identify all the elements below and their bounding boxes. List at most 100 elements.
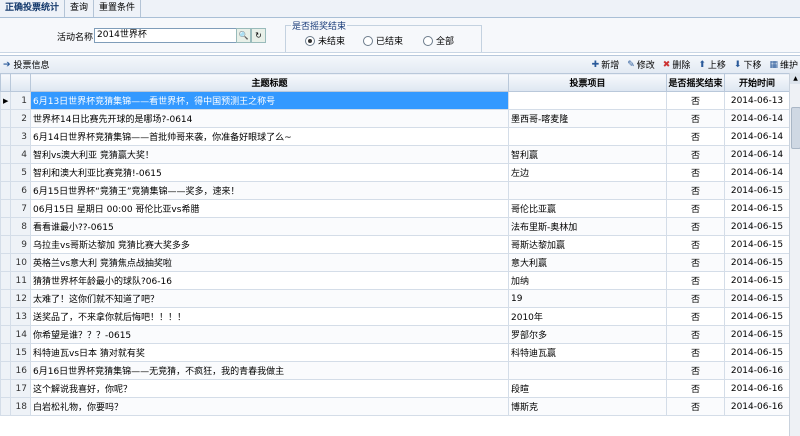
col-header-title[interactable]: 主题标题 (30, 73, 509, 92)
col-header-item[interactable]: 投票项目 (508, 73, 667, 92)
cell-ended[interactable]: 否 (666, 271, 725, 290)
cell-item[interactable]: 意大利赢 (508, 253, 667, 272)
cell-title[interactable]: 智利vs澳大利亚 竞猜赢大奖！ (30, 145, 509, 164)
radio-not-ended[interactable]: 未结束 (305, 34, 345, 47)
cell-title[interactable]: 6月13日世界杯竞猜集锦——看世界杯，得中国预测王之称号 (30, 91, 509, 110)
cell-item[interactable]: 博斯克 (508, 397, 667, 416)
radio-all[interactable]: 全部 (423, 34, 454, 47)
reset-button[interactable]: 重置条件 (94, 0, 142, 17)
cell-item[interactable]: 智利赢 (508, 145, 667, 164)
move-down-button[interactable]: ⬇ 下移 (734, 58, 762, 72)
edit-button[interactable]: ✎ 修改 (627, 58, 655, 72)
cell-start[interactable]: 2014-06-15 (724, 253, 790, 272)
cell-item[interactable]: 左边 (508, 163, 667, 182)
activity-name-input[interactable] (94, 28, 240, 43)
cell-item[interactable]: 加纳 (508, 271, 667, 290)
cell-item[interactable]: 科特迪瓦赢 (508, 343, 667, 362)
cell-ended[interactable]: 否 (666, 325, 725, 344)
cell-title[interactable]: 白岩松礼物，你要吗？ (30, 397, 509, 416)
table-row[interactable]: 17 这个解说我喜好，你呢？ 段暄否 2014-06-16 (0, 379, 790, 398)
cell-item[interactable]: 罗部尔多 (508, 325, 667, 344)
add-button[interactable]: ✚ 新增 (592, 58, 620, 72)
cell-start[interactable]: 2014-06-15 (724, 271, 790, 290)
cell-ended[interactable]: 否 (666, 361, 725, 380)
table-row[interactable]: 4 智利vs澳大利亚 竞猜赢大奖！ 智利赢否 2014-06-14 (0, 145, 790, 164)
cell-title[interactable]: 乌拉圭vs哥斯达黎加 竞猜比赛大奖多多 (30, 235, 509, 254)
cell-start[interactable]: 2014-06-15 (724, 325, 790, 344)
cell-title[interactable]: 太难了！这你们就不知道了吧？ (30, 289, 509, 308)
cell-start[interactable]: 2014-06-15 (724, 199, 790, 218)
cell-start[interactable]: 2014-06-14 (724, 163, 790, 182)
cell-start[interactable]: 2014-06-15 (724, 289, 790, 308)
cell-item[interactable] (508, 181, 667, 200)
cell-item[interactable] (508, 361, 667, 380)
cell-ended[interactable]: 否 (666, 379, 725, 398)
cell-item[interactable]: 法布里斯-奥林加 (508, 217, 667, 236)
cell-item[interactable]: 2010年 (508, 307, 667, 326)
cell-start[interactable]: 2014-06-15 (724, 235, 790, 254)
cell-ended[interactable]: 否 (666, 181, 725, 200)
search-icon[interactable]: 🔍 (236, 28, 251, 43)
cell-ended[interactable]: 否 (666, 145, 725, 164)
table-row[interactable]: 3 6月14日世界杯竞猜集锦——首批帅哥来袭，你准备好眼球了么~ 否 2014-06-… (0, 127, 790, 146)
cell-start[interactable]: 2014-06-15 (724, 343, 790, 362)
cell-title[interactable]: 6月15日世界杯“竞猜王”竞猜集锦——奖多，速来！ (30, 181, 509, 200)
table-row[interactable]: ▶ 1 6月13日世界杯竞猜集锦——看世界杯，得中国预测王之称号 否 2014-06-1… (0, 91, 790, 110)
radio-ended[interactable]: 已结束 (363, 34, 403, 47)
cell-title[interactable]: 06月15日 星期日 00:00 哥伦比亚vs希腊 (30, 199, 509, 218)
col-header-start[interactable]: 开始时间 (724, 73, 790, 92)
cell-title[interactable]: 英格兰vs意大利 竞猜焦点战抽奖啦 (30, 253, 509, 272)
table-row[interactable]: 2 世界杯14日比赛先开球的是哪场?-0614 墨西哥-喀麦隆否 2014-06-14 (0, 109, 790, 128)
table-row[interactable]: 8 看看谁最小??-0615 法布里斯-奥林加否 2014-06-15 (0, 217, 790, 236)
tab-vote-stats[interactable]: 正确投票统计 (0, 0, 66, 17)
cell-start[interactable]: 2014-06-16 (724, 397, 790, 416)
col-header-ended[interactable]: 是否摇奖结束 (666, 73, 725, 92)
cell-ended[interactable]: 否 (666, 127, 725, 146)
cell-item[interactable]: 墨西哥-喀麦隆 (508, 109, 667, 128)
cell-ended[interactable]: 否 (666, 307, 725, 326)
cell-start[interactable]: 2014-06-14 (724, 127, 790, 146)
cell-ended[interactable]: 否 (666, 217, 725, 236)
cell-item[interactable] (508, 127, 667, 146)
cell-ended[interactable]: 否 (666, 253, 725, 272)
table-row[interactable]: 16 6月16日世界杯竞猜集锦——无竞猜，不疯狂，我的青春我做主 否 2014-06-… (0, 361, 790, 380)
cell-ended[interactable]: 否 (666, 397, 725, 416)
cell-start[interactable]: 2014-06-16 (724, 361, 790, 380)
table-row[interactable]: 14 你希望是谁？？？-0615 罗部尔多否 2014-06-15 (0, 325, 790, 344)
cell-item[interactable]: 段暄 (508, 379, 667, 398)
delete-button[interactable]: ✖ 删除 (663, 58, 691, 72)
cell-ended[interactable]: 否 (666, 91, 725, 110)
cell-start[interactable]: 2014-06-15 (724, 217, 790, 236)
cell-title[interactable]: 你希望是谁？？？-0615 (30, 325, 509, 344)
table-row[interactable]: 10 英格兰vs意大利 竞猜焦点战抽奖啦 意大利赢否 2014-06-15 (0, 253, 790, 272)
cell-title[interactable]: 智利和澳大利亚比赛竞猜!-0615 (30, 163, 509, 182)
cell-start[interactable]: 2014-06-14 (724, 109, 790, 128)
refresh-icon[interactable]: ↻ (251, 28, 266, 43)
table-row[interactable]: 15 科特迪瓦vs日本 猜对就有奖 科特迪瓦赢否 2014-06-15 (0, 343, 790, 362)
cell-ended[interactable]: 否 (666, 343, 725, 362)
cell-ended[interactable]: 否 (666, 199, 725, 218)
table-row[interactable]: 11 猜猜世界杯年龄最小的球队?06-16 加纳否 2014-06-15 (0, 271, 790, 290)
cell-title[interactable]: 6月16日世界杯竞猜集锦——无竞猜，不疯狂，我的青春我做主 (30, 361, 509, 380)
cell-item[interactable]: 哥斯达黎加赢 (508, 235, 667, 254)
cell-ended[interactable]: 否 (666, 163, 725, 182)
vertical-scrollbar[interactable]: ▲ (789, 73, 800, 436)
cell-title[interactable]: 科特迪瓦vs日本 猜对就有奖 (30, 343, 509, 362)
query-button[interactable]: 查询 (65, 0, 95, 17)
scroll-thumb[interactable] (791, 107, 800, 149)
table-row[interactable]: 7 06月15日 星期日 00:00 哥伦比亚vs希腊 哥伦比亚赢否 2014-06-… (0, 199, 790, 218)
cell-start[interactable]: 2014-06-16 (724, 379, 790, 398)
table-row[interactable]: 12 太难了！这你们就不知道了吧？ 19 否 2014-06-15 (0, 289, 790, 308)
cell-title[interactable]: 看看谁最小??-0615 (30, 217, 509, 236)
cell-title[interactable]: 送奖品了，不来拿你就后悔吧！！！！ (30, 307, 509, 326)
table-row[interactable]: 18 白岩松礼物，你要吗？ 博斯克否 2014-06-16 (0, 397, 790, 416)
cell-start[interactable]: 2014-06-13 (724, 91, 790, 110)
move-up-button[interactable]: ⬆ 上移 (698, 58, 726, 72)
scroll-up-icon[interactable]: ▲ (790, 73, 800, 84)
cell-item[interactable]: 19 (508, 289, 667, 308)
cell-item[interactable]: 哥伦比亚赢 (508, 199, 667, 218)
cell-start[interactable]: 2014-06-14 (724, 145, 790, 164)
table-row[interactable]: 5 智利和澳大利亚比赛竞猜!-0615 左边否 2014-06-14 (0, 163, 790, 182)
cell-start[interactable]: 2014-06-15 (724, 307, 790, 326)
cell-title[interactable]: 猜猜世界杯年龄最小的球队?06-16 (30, 271, 509, 290)
